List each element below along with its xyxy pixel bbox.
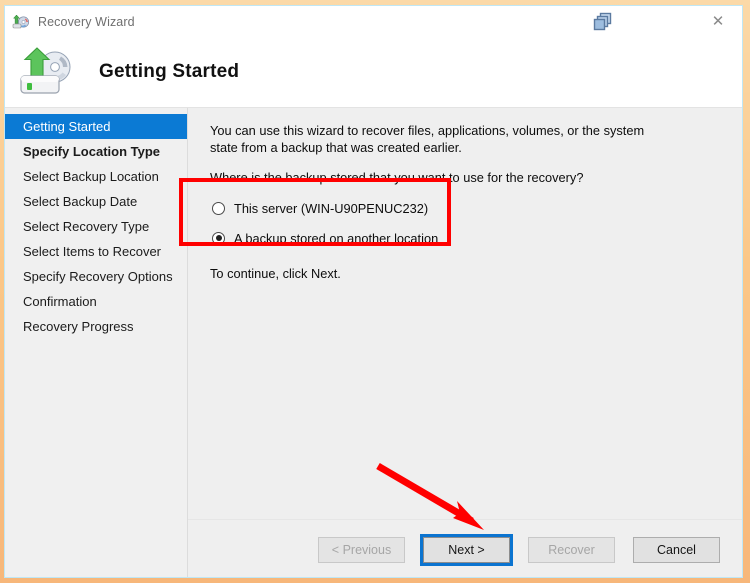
backup-disk-arrow-icon [17, 45, 79, 99]
recovery-wizard-window: Recovery Wizard ✕ Getting Started Gettin… [4, 5, 743, 578]
radio-checked-icon [212, 231, 225, 245]
radio-another-location[interactable]: A backup stored on another location [212, 223, 720, 253]
sidebar-item-confirmation[interactable]: Confirmation [5, 289, 187, 314]
wizard-steps-sidebar: Getting Started Specify Location Type Se… [5, 108, 188, 577]
window-title: Recovery Wizard [38, 14, 135, 29]
close-button[interactable]: ✕ [696, 7, 740, 37]
content-pane: You can use this wizard to recover files… [188, 108, 742, 577]
sidebar-item-label: Specify Recovery Options [23, 269, 173, 284]
radio-this-server[interactable]: This server (WIN-U90PENUC232) [212, 193, 720, 223]
sidebar-item-specify-recovery-options[interactable]: Specify Recovery Options [5, 264, 187, 289]
sidebar-item-select-backup-location[interactable]: Select Backup Location [5, 164, 187, 189]
sidebar-item-label: Getting Started [23, 119, 111, 134]
recovery-disk-icon [12, 13, 30, 31]
sidebar-item-label: Recovery Progress [23, 319, 134, 334]
question-text: Where is the backup stored that you want… [210, 170, 584, 185]
cascade-windows-icon[interactable] [588, 10, 618, 34]
sidebar-item-select-items-to-recover[interactable]: Select Items to Recover [5, 239, 187, 264]
page-header: Getting Started [5, 37, 742, 107]
wizard-footer: < Previous Next > Recover Cancel [188, 519, 742, 577]
intro-text: You can use this wizard to recover files… [210, 123, 645, 155]
sidebar-item-label: Confirmation [23, 294, 97, 309]
desktop-backdrop: Recovery Wizard ✕ Getting Started Gettin… [0, 0, 750, 583]
recover-button[interactable]: Recover [528, 537, 615, 563]
radio-another-location-label: A backup stored on another location [234, 230, 439, 246]
title-bar: Recovery Wizard ✕ [5, 6, 742, 37]
sidebar-item-label: Select Backup Location [23, 169, 159, 184]
radio-this-server-label: This server (WIN-U90PENUC232) [234, 200, 429, 216]
previous-button[interactable]: < Previous [318, 537, 405, 563]
continue-instruction: To continue, click Next. [210, 266, 341, 281]
backup-location-radio-group: This server (WIN-U90PENUC232) A backup s… [212, 193, 720, 253]
sidebar-item-getting-started[interactable]: Getting Started [5, 114, 187, 139]
sidebar-item-specify-location-type[interactable]: Specify Location Type [5, 139, 187, 164]
next-button[interactable]: Next > [420, 534, 513, 566]
radio-unchecked-icon [212, 201, 225, 215]
sidebar-item-label: Specify Location Type [23, 144, 161, 159]
sidebar-item-label: Select Recovery Type [23, 219, 150, 234]
sidebar-item-label: Select Backup Date [23, 194, 138, 209]
sidebar-item-select-recovery-type[interactable]: Select Recovery Type [5, 214, 187, 239]
sidebar-item-label: Select Items to Recover [23, 244, 161, 259]
page-title: Getting Started [99, 60, 240, 82]
content-inner: You can use this wizard to recover files… [188, 108, 742, 519]
sidebar-item-select-backup-date[interactable]: Select Backup Date [5, 189, 187, 214]
close-icon: ✕ [711, 12, 725, 30]
sidebar-item-recovery-progress[interactable]: Recovery Progress [5, 314, 187, 339]
cancel-button[interactable]: Cancel [633, 537, 720, 563]
wizard-body: Getting Started Specify Location Type Se… [5, 107, 742, 577]
